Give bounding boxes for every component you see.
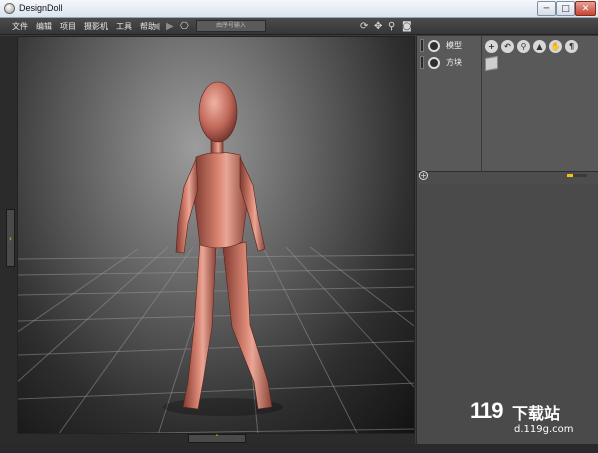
menu-bar: 文件 编辑 项目 摄影机 工具 帮助 ◀ ▶ ⎔ 由序号输入 ⟳ ✥ ⚲ ◙ (0, 18, 598, 35)
move-icon[interactable]: ✥ (374, 21, 382, 32)
add-item-button[interactable]: + (419, 171, 428, 180)
search-input[interactable]: 由序号输入 (196, 20, 266, 32)
watermark-url: d.119g.com (514, 424, 574, 435)
expand-bottom-button[interactable]: ˄ (188, 434, 246, 443)
menu-edit[interactable]: 编辑 (32, 21, 56, 32)
menu-camera[interactable]: 摄影机 (80, 21, 112, 32)
gear-icon[interactable] (428, 39, 440, 52)
maximize-button[interactable]: □ (556, 1, 575, 16)
hand-icon[interactable]: ✋ (549, 40, 562, 53)
search-icon[interactable]: ⚲ (517, 40, 530, 53)
right-panel: 模型 方块 + ↶ ⚲ ▲ ✋ ¶ + (416, 36, 598, 446)
zoom-icon[interactable]: ⚲ (388, 21, 395, 32)
gear-icon[interactable] (428, 56, 440, 69)
rotate-icon[interactable]: ⟳ (360, 21, 368, 32)
menu-project[interactable]: 项目 (56, 21, 80, 32)
cube-icon[interactable] (485, 55, 498, 72)
select-icon[interactable]: ▲ (533, 40, 546, 53)
status-bar (0, 444, 598, 453)
app-logo-icon (4, 3, 15, 14)
drag-handle[interactable] (420, 56, 424, 69)
3d-viewport[interactable] (17, 36, 415, 434)
minimize-button[interactable]: ─ (537, 1, 556, 16)
list-item-block[interactable]: 方块 (420, 56, 462, 69)
screenshot-icon[interactable]: ◙ (402, 21, 412, 32)
undo-icon[interactable]: ◀ (152, 21, 160, 32)
scene (18, 81, 414, 433)
expand-left-button[interactable]: › (6, 209, 15, 267)
close-button[interactable]: ✕ (575, 1, 596, 16)
watermark-logo: 119 (470, 398, 503, 423)
title-bar: DesignDoll ─ □ ✕ (0, 0, 598, 18)
watermark-text: 下载站 (512, 404, 561, 423)
size-slider-handle[interactable] (567, 174, 573, 177)
menu-file[interactable]: 文件 (8, 21, 32, 32)
column-divider (481, 36, 482, 172)
redo-icon[interactable]: ▶ (166, 21, 174, 32)
object-list: 模型 方块 + ↶ ⚲ ▲ ✋ ¶ (417, 36, 598, 172)
camera-icon[interactable]: ⎔ (180, 21, 189, 32)
panel-toolbar: + ↶ ⚲ ▲ ✋ ¶ (485, 40, 578, 53)
doll-figure[interactable] (175, 81, 273, 410)
item-label-block: 方块 (446, 58, 462, 67)
list-item-model[interactable]: 模型 (420, 39, 462, 52)
drag-handle[interactable] (420, 39, 424, 52)
main-menu: 文件 编辑 项目 摄影机 工具 帮助 (8, 21, 160, 32)
watermark: 119 下载站 d.119g.com (470, 398, 594, 444)
window-title: DesignDoll (19, 3, 63, 13)
menu-tools[interactable]: 工具 (112, 21, 136, 32)
pin-icon[interactable]: ¶ (565, 40, 578, 53)
item-label-model: 模型 (446, 41, 462, 50)
add-icon[interactable]: + (485, 40, 498, 53)
undo-pose-icon[interactable]: ↶ (501, 40, 514, 53)
